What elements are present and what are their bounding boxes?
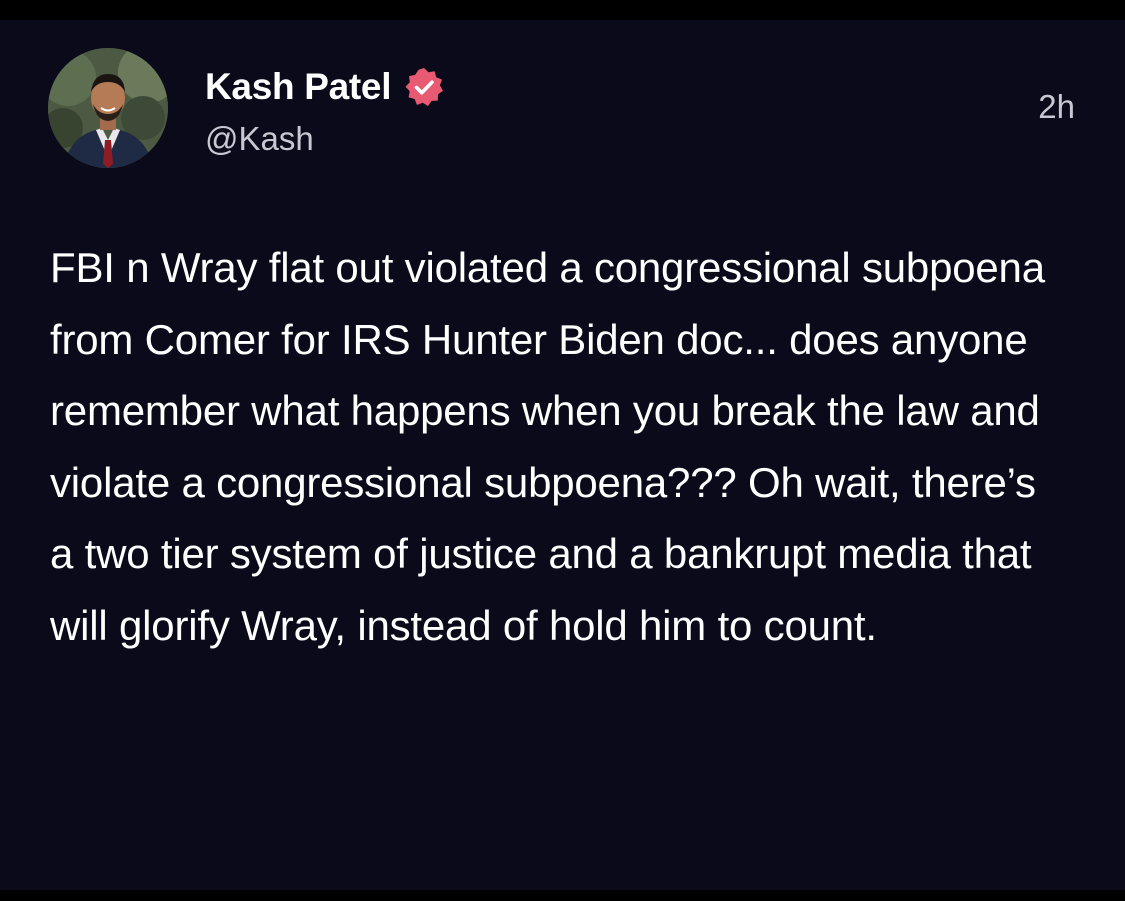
post-timestamp: 2h <box>1038 88 1075 125</box>
post-card: Kash Patel @Kash 2h FBI n Wray flat out … <box>0 20 1125 890</box>
avatar[interactable] <box>48 48 168 168</box>
verified-badge-icon <box>403 66 445 108</box>
author-display-name[interactable]: Kash Patel <box>205 66 392 108</box>
author-handle[interactable]: @Kash <box>205 120 314 158</box>
author-name-row: Kash Patel <box>205 64 445 110</box>
post-text: FBI n Wray flat out violated a congressi… <box>50 244 1045 649</box>
profile-photo <box>48 48 168 168</box>
